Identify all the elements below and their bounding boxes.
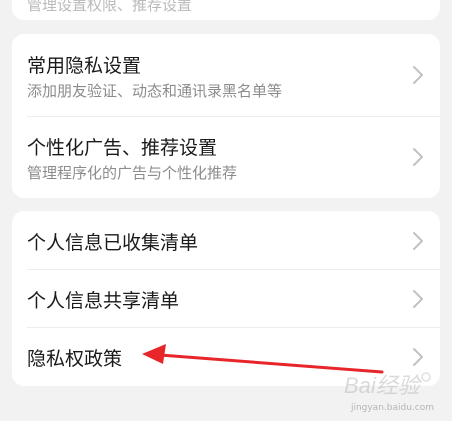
collected-info-list-item[interactable]: 个人信息已收集清单 bbox=[12, 211, 440, 269]
top-card-partial-subtitle: 管理设置权限、推荐设置 bbox=[27, 0, 193, 14]
item-title: 个性化广告、推荐设置 bbox=[27, 137, 218, 159]
privacy-settings-card: 常用隐私设置 添加朋友验证、动态和通讯录黑名单等 个性化广告、推荐设置 管理程序… bbox=[12, 34, 440, 198]
chevron-right-icon bbox=[413, 290, 423, 308]
watermark-url: jingyan.baidu.com bbox=[350, 403, 434, 413]
personal-info-card: 个人信息已收集清单 个人信息共享清单 隐私权政策 bbox=[12, 211, 440, 386]
chevron-right-icon bbox=[413, 232, 423, 250]
item-title: 个人信息共享清单 bbox=[27, 290, 180, 312]
item-subtitle: 添加朋友验证、动态和通讯录黑名单等 bbox=[27, 82, 283, 100]
chevron-right-icon bbox=[413, 66, 423, 84]
personalized-ads-settings-item[interactable]: 个性化广告、推荐设置 管理程序化的广告与个性化推荐 bbox=[12, 116, 440, 198]
chevron-right-icon bbox=[413, 148, 423, 166]
baidu-watermark-logo: Bai经验 bbox=[344, 372, 431, 398]
common-privacy-settings-item[interactable]: 常用隐私设置 添加朋友验证、动态和通讯录黑名单等 bbox=[12, 34, 440, 116]
chevron-right-icon bbox=[413, 348, 423, 366]
shared-info-list-item[interactable]: 个人信息共享清单 bbox=[12, 269, 440, 327]
settings-card-top: 管理设置权限、推荐设置 bbox=[12, 0, 440, 20]
item-subtitle: 管理程序化的广告与个性化推荐 bbox=[27, 164, 238, 182]
item-title: 隐私权政策 bbox=[27, 348, 123, 370]
watermark-logo-text: Bai经验 bbox=[344, 373, 423, 398]
item-title: 常用隐私设置 bbox=[27, 55, 142, 77]
item-title: 个人信息已收集清单 bbox=[27, 232, 199, 254]
